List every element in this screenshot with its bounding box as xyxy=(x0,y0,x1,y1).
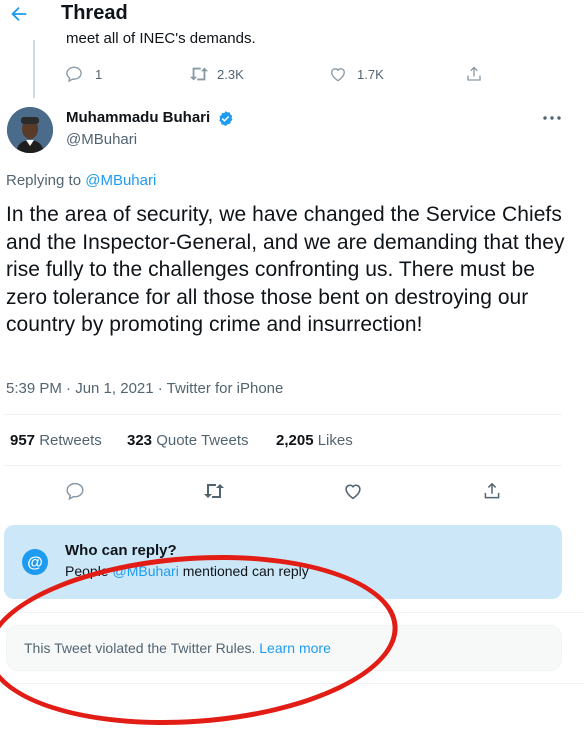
rule-violation-text: This Tweet violated the Twitter Rules. xyxy=(24,640,256,656)
verified-badge-icon xyxy=(217,110,234,127)
thread-header: Thread xyxy=(0,0,584,34)
mentioned-handle[interactable]: @MBuhari xyxy=(112,563,178,579)
avatar[interactable] xyxy=(7,107,53,153)
divider xyxy=(4,465,562,466)
learn-more-link[interactable]: Learn more xyxy=(259,640,331,656)
like-icon[interactable] xyxy=(342,480,364,502)
previous-tweet-actions: 1 2.3K 1.7K xyxy=(64,64,564,84)
quote-tweets-stat[interactable]: 323 Quote Tweets xyxy=(127,432,248,449)
retweet-icon[interactable] xyxy=(188,64,210,84)
who-can-reply-prefix: People xyxy=(65,563,109,579)
who-can-reply-description: People @MBuhari mentioned can reply xyxy=(65,563,309,579)
replying-to-prefix: Replying to xyxy=(6,172,82,189)
at-sign-icon: @ xyxy=(21,548,49,576)
tweet-timestamp[interactable]: 5:39 PM · Jun 1, 2021 · Twitter for iPho… xyxy=(6,380,283,397)
likes-stat[interactable]: 2,205 Likes xyxy=(276,432,353,449)
divider xyxy=(0,612,584,613)
more-options-icon[interactable] xyxy=(542,112,562,124)
likes-label: Likes xyxy=(317,432,353,449)
back-arrow-icon[interactable] xyxy=(8,3,30,25)
likes-count: 2,205 xyxy=(276,432,314,449)
retweets-count: 957 xyxy=(10,432,36,449)
share-icon[interactable] xyxy=(464,64,484,84)
thread-connector-line xyxy=(33,40,35,98)
who-can-reply-suffix: mentioned can reply xyxy=(182,563,309,579)
replying-to-handle[interactable]: @MBuhari xyxy=(85,172,156,189)
rule-violation-message: This Tweet violated the Twitter Rules. L… xyxy=(24,640,331,656)
share-icon[interactable] xyxy=(481,480,503,502)
quote-tweets-count: 323 xyxy=(127,432,153,449)
previous-like-count: 1.7K xyxy=(357,67,384,82)
replying-to: Replying to @MBuhari xyxy=(6,172,156,189)
reply-icon[interactable] xyxy=(64,480,86,502)
like-icon[interactable] xyxy=(328,64,348,84)
author-handle[interactable]: @MBuhari xyxy=(66,131,137,148)
quote-tweets-label: Quote Tweets xyxy=(156,432,249,449)
who-can-reply-box xyxy=(4,525,562,599)
divider xyxy=(0,683,584,684)
previous-reply-count: 1 xyxy=(95,67,103,82)
page-title: Thread xyxy=(61,2,128,24)
tweet-text: In the area of security, we have changed… xyxy=(6,203,565,336)
divider xyxy=(4,414,562,415)
retweet-icon[interactable] xyxy=(202,480,226,502)
author-name[interactable]: Muhammadu Buhari xyxy=(66,109,210,126)
svg-text:@: @ xyxy=(27,555,43,572)
reply-icon[interactable] xyxy=(64,64,84,84)
retweets-stat[interactable]: 957 Retweets xyxy=(10,432,102,449)
retweets-label: Retweets xyxy=(39,432,102,449)
previous-retweet-count: 2.3K xyxy=(217,67,244,82)
who-can-reply-title: Who can reply? xyxy=(65,542,177,559)
previous-tweet-text: meet all of INEC's demands. xyxy=(66,30,256,47)
